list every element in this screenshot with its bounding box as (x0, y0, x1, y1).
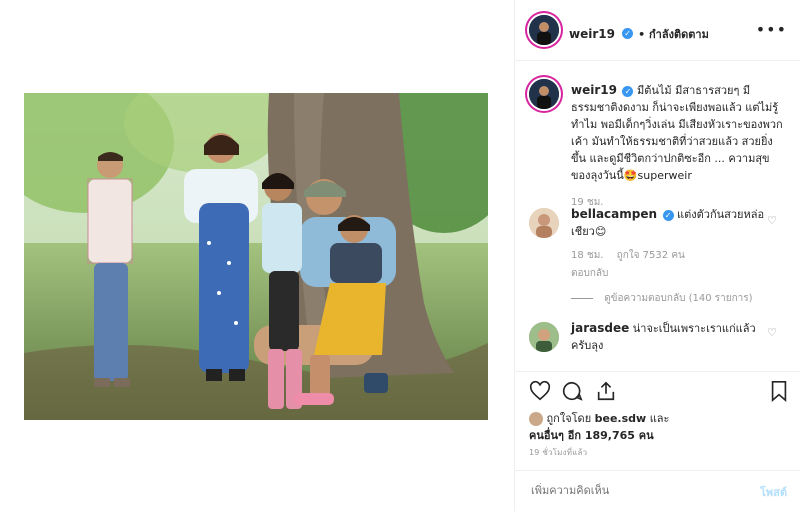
post-photo[interactable] (24, 93, 488, 420)
likes-others-link[interactable]: คนอื่นๆ อีก 189,765 คน (529, 429, 654, 442)
comment-item: jarasdee น่าจะเป็นเพราะเราแก่แล้วครับลุง (571, 320, 771, 354)
liker-username[interactable]: bee.sdw (595, 412, 647, 425)
bookmark-icon[interactable] (769, 380, 789, 402)
action-bar (515, 371, 800, 412)
post-timestamp[interactable]: 19 ชั่วโมงที่แล้ว (529, 446, 587, 459)
verified-badge-icon: ✓ (622, 85, 634, 97)
caption-mention[interactable]: superweir (638, 169, 692, 182)
caption: weir19 ✓ มีต้นไม้ มีสาธารสวยๆ มีธรรมชาติ… (571, 82, 783, 211)
author-avatar[interactable] (529, 15, 559, 45)
comment-heart-icon[interactable]: ♡ (767, 214, 777, 227)
comments-list: weir19 ✓ มีต้นไม้ มีสาธารสวยๆ มีธรรมชาติ… (515, 60, 800, 370)
comment-emoji: 😊 (594, 225, 607, 238)
replies-divider (571, 297, 593, 299)
liker-avatar[interactable] (529, 412, 543, 426)
post-sidebar: weir19 ✓ • กำลังติดตาม ••• weir19 ✓ มีต้… (514, 0, 800, 511)
comment-input[interactable] (529, 483, 733, 498)
view-replies-link[interactable]: ดูข้อความตอบกลับ (140 รายการ) (604, 293, 752, 304)
verified-badge-icon: ✓ (622, 28, 634, 39)
comment-username[interactable]: bellacampen (571, 207, 657, 221)
post-comment-button[interactable]: โพสต์ (760, 483, 787, 501)
comment-item: bellacampen ✓ แต่งตัวกันสวยหล่อเชียว😊 18… (571, 206, 771, 306)
comment-username[interactable]: jarasdee (571, 321, 629, 335)
heart-icon[interactable] (529, 380, 551, 402)
add-comment-bar: โพสต์ (515, 470, 800, 512)
reply-button[interactable]: ตอบกลับ (571, 266, 771, 281)
likes-summary: ถูกใจโดย bee.sdw และ คนอื่นๆ อีก 189,765… (529, 410, 789, 444)
verified-badge-icon: ✓ (662, 209, 674, 221)
post-header: weir19 ✓ • กำลังติดตาม ••• (515, 0, 800, 61)
comment-icon[interactable] (561, 380, 583, 402)
comment-heart-icon[interactable]: ♡ (767, 326, 777, 339)
author-username[interactable]: weir19 (569, 27, 615, 41)
comment-likes[interactable]: ถูกใจ 7532 คน (617, 250, 685, 261)
likes-prefix: ถูกใจโดย (546, 412, 592, 425)
more-icon[interactable]: ••• (756, 20, 787, 39)
share-icon[interactable] (595, 380, 617, 402)
instagram-post: weir19 ✓ • กำลังติดตาม ••• weir19 ✓ มีต้… (0, 0, 800, 511)
following-status[interactable]: • กำลังติดตาม (638, 28, 709, 41)
post-media (0, 0, 514, 511)
likes-and: และ (649, 412, 670, 425)
comment-avatar[interactable] (529, 322, 559, 352)
caption-emoji: 🤩 (623, 169, 638, 182)
caption-username[interactable]: weir19 (571, 83, 617, 97)
comment-avatar[interactable] (529, 208, 559, 238)
caption-text: มีต้นไม้ มีสาธารสวยๆ มีธรรมชาติงดงาม ก็น… (571, 84, 783, 182)
comment-time: 18 ชม. (571, 250, 604, 261)
caption-avatar[interactable] (529, 79, 559, 109)
